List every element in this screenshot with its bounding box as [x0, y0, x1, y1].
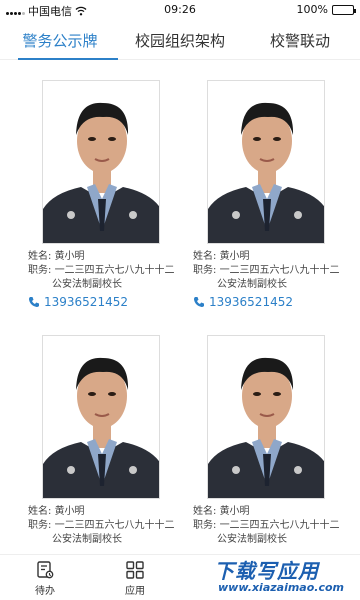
name-label: 姓名:	[193, 251, 217, 262]
duty-row: 职务: 一二三四五六七八九十十二	[193, 264, 353, 278]
duty-row: 职务: 一二三四五六七八九十十二	[28, 264, 188, 278]
officer-info: 姓名: 黄小明 职务: 一二三四五六七八九十十二 公安法制副校长	[193, 505, 353, 547]
duty-value: 一二三四五六七八九十十二	[219, 520, 340, 531]
officer-card[interactable]: 姓名: 黄小明 职务: 一二三四五六七八九十十二 公安法制副校长	[193, 317, 353, 554]
watermark-logo: 下载写应用 www.xiazaimao.com	[208, 555, 358, 597]
tab-police-board[interactable]: 警务公示牌	[0, 22, 120, 60]
name-label: 姓名:	[193, 506, 217, 517]
duty-value: 一二三四五六七八九十十二	[219, 265, 340, 276]
duty-value: 一二三四五六七八九十十二	[54, 520, 175, 531]
nav-apps[interactable]: 应用	[110, 560, 160, 597]
officer-info: 姓名: 黄小明 职务: 一二三四五六七八九十十二 公安法制副校长	[28, 505, 188, 547]
officer-name: 黄小明	[54, 251, 85, 262]
nav-apps-label: 应用	[125, 586, 145, 597]
nav-todo[interactable]: 待办	[20, 560, 70, 597]
officer-photo	[207, 335, 325, 499]
name-row: 姓名: 黄小明	[28, 250, 188, 264]
nav-todo-label: 待办	[35, 586, 55, 597]
status-right: 100%	[296, 3, 356, 16]
name-row: 姓名: 黄小明	[193, 250, 353, 264]
duty-value-line2: 公安法制副校长	[52, 534, 122, 545]
apps-grid-icon	[126, 561, 144, 579]
name-row: 姓名: 黄小明	[193, 505, 353, 519]
phone-icon	[193, 297, 204, 308]
officer-photo	[207, 80, 325, 244]
officer-info: 姓名: 黄小明 职务: 一二三四五六七八九十十二 公安法制副校长 1393652…	[28, 250, 188, 309]
phone-link[interactable]: 13936521452	[28, 295, 188, 309]
status-bar: 中国电信 09:26 100%	[0, 0, 360, 20]
officer-info: 姓名: 黄小明 职务: 一二三四五六七八九十十二 公安法制副校长 1393652…	[193, 250, 353, 309]
duty-value-line2: 公安法制副校长	[217, 279, 287, 290]
battery-icon	[332, 4, 356, 15]
officer-name: 黄小明	[219, 251, 250, 262]
battery-percent: 100%	[296, 3, 328, 16]
duty-value-line2: 公安法制副校长	[52, 279, 122, 290]
tab-school-police-link[interactable]: 校警联动	[240, 22, 360, 59]
duty-row: 职务: 一二三四五六七八九十十二	[28, 519, 188, 533]
phone-icon	[28, 297, 39, 308]
duty-label: 职务:	[28, 520, 52, 531]
tab-campus-organization[interactable]: 校园组织架构	[120, 22, 240, 59]
officer-name: 黄小明	[54, 506, 85, 517]
phone-link[interactable]: 13936521452	[193, 295, 353, 309]
duty-label: 职务:	[193, 265, 217, 276]
watermark-title: 下载写应用	[214, 559, 319, 583]
officer-photo	[42, 80, 160, 244]
officer-card[interactable]: 姓名: 黄小明 职务: 一二三四五六七八九十十二 公安法制副校长 1393652…	[193, 62, 353, 312]
todo-icon	[37, 561, 54, 579]
officer-card[interactable]: 姓名: 黄小明 职务: 一二三四五六七八九十十二 公安法制副校长	[28, 317, 188, 554]
duty-row: 职务: 一二三四五六七八九十十二	[193, 519, 353, 533]
phone-number: 13936521452	[209, 295, 293, 309]
tab-bar: 警务公示牌 校园组织架构 校警联动	[0, 22, 360, 60]
officer-name: 黄小明	[219, 506, 250, 517]
phone-number: 13936521452	[44, 295, 128, 309]
duty-label: 职务:	[193, 520, 217, 531]
duty-value: 一二三四五六七八九十十二	[54, 265, 175, 276]
name-label: 姓名:	[28, 251, 52, 262]
watermark-url: www.xiazaimao.com	[218, 581, 345, 594]
duty-value-line2: 公安法制副校长	[217, 534, 287, 545]
officer-photo	[42, 335, 160, 499]
officer-card[interactable]: 姓名: 黄小明 职务: 一二三四五六七八九十十二 公安法制副校长 1393652…	[28, 62, 188, 312]
duty-label: 职务:	[28, 265, 52, 276]
name-label: 姓名:	[28, 506, 52, 517]
officer-grid: 姓名: 黄小明 职务: 一二三四五六七八九十十二 公安法制副校长 1393652…	[0, 62, 360, 554]
name-row: 姓名: 黄小明	[28, 505, 188, 519]
